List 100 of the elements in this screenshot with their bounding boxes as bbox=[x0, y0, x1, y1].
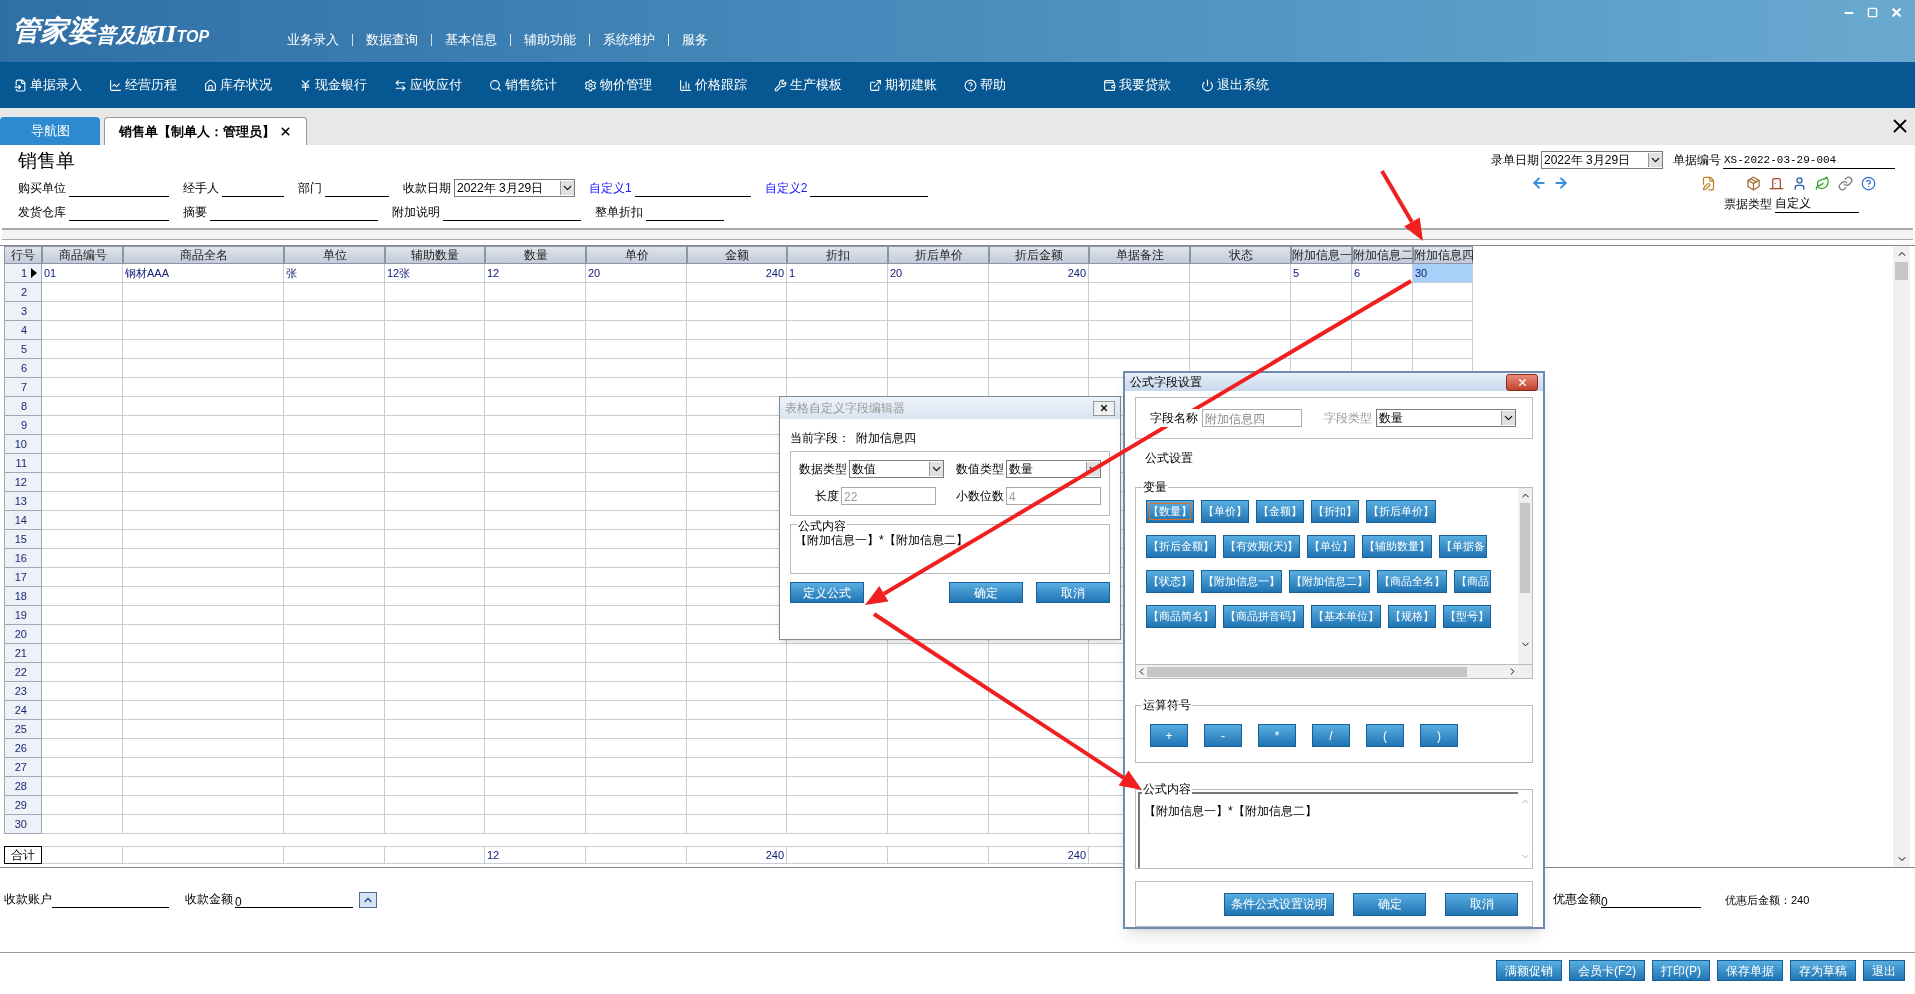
toolbar-button[interactable]: 应收应付 bbox=[394, 75, 462, 95]
toolbar-button[interactable]: 期初建账 bbox=[869, 75, 937, 95]
menu-item[interactable]: 基本信息 bbox=[445, 30, 497, 50]
variable-button[interactable]: 【商品简名】 bbox=[1146, 605, 1216, 628]
dialog-button[interactable]: 定义公式 bbox=[790, 582, 864, 603]
toolbar-button[interactable]: 帮助 bbox=[964, 75, 1006, 95]
input-field[interactable]: 0 bbox=[235, 893, 353, 908]
back-arrow-icon[interactable] bbox=[1531, 175, 1547, 191]
column-header[interactable]: 状态 bbox=[1190, 246, 1291, 264]
operator-button[interactable]: * bbox=[1258, 724, 1296, 747]
menu-item[interactable]: 业务录入 bbox=[287, 30, 339, 50]
variable-button[interactable]: 【规格】 bbox=[1388, 605, 1436, 628]
spin-button[interactable] bbox=[359, 892, 377, 908]
footer-button[interactable]: 退出 bbox=[1863, 960, 1905, 981]
menu-item[interactable]: 辅助功能 bbox=[524, 30, 576, 50]
operator-button[interactable]: / bbox=[1312, 724, 1350, 747]
dialog-button[interactable]: 取消 bbox=[1445, 892, 1518, 916]
help-icon[interactable] bbox=[1861, 175, 1876, 191]
close-button[interactable] bbox=[1506, 373, 1538, 391]
scroll-thumb[interactable] bbox=[1895, 262, 1908, 280]
menu-item[interactable]: 系统维护 bbox=[603, 30, 655, 50]
value-type-select[interactable]: 数量 bbox=[1006, 460, 1101, 478]
scroll-thumb[interactable] bbox=[1147, 666, 1467, 677]
column-header[interactable]: 单位 bbox=[284, 246, 385, 264]
variable-button[interactable]: 【单位】 bbox=[1307, 535, 1356, 558]
variable-button[interactable]: 【商品 bbox=[1454, 570, 1491, 593]
variable-button[interactable]: 【商品拼音码】 bbox=[1223, 605, 1304, 628]
footer-button[interactable]: 保存单据 bbox=[1717, 960, 1783, 981]
input-field[interactable]: 4 bbox=[1006, 487, 1101, 505]
variable-button[interactable]: 【折后单价】 bbox=[1366, 500, 1436, 523]
variable-button[interactable]: 【基本单位】 bbox=[1311, 605, 1381, 628]
variable-button[interactable]: 【单据备 bbox=[1439, 535, 1488, 558]
variable-button[interactable]: 【单价】 bbox=[1201, 500, 1249, 523]
operator-button[interactable]: - bbox=[1204, 724, 1242, 747]
maximize-icon[interactable] bbox=[1867, 7, 1878, 18]
toolbar-button[interactable]: 生产模板 bbox=[774, 75, 842, 95]
scrollbar[interactable] bbox=[1518, 488, 1532, 664]
operator-button[interactable]: ) bbox=[1420, 724, 1458, 747]
close-tab-icon[interactable] bbox=[279, 125, 292, 138]
person-icon[interactable] bbox=[1792, 175, 1807, 191]
footer-button[interactable]: 会员卡(F2) bbox=[1569, 960, 1645, 981]
close-button[interactable] bbox=[1093, 400, 1115, 416]
toolbar-button[interactable]: 经营历程 bbox=[109, 75, 177, 95]
variable-button[interactable]: 【有效期(天)】 bbox=[1223, 535, 1301, 558]
column-header[interactable]: 行号 bbox=[4, 246, 42, 264]
column-header[interactable]: 折扣 bbox=[787, 246, 888, 264]
scrollbar[interactable] bbox=[1135, 665, 1533, 679]
column-header[interactable]: 辅助数量 bbox=[385, 246, 485, 264]
variable-button[interactable]: 【数量】 bbox=[1146, 500, 1194, 523]
variable-button[interactable]: 【折后金额】 bbox=[1146, 535, 1216, 558]
date-picker[interactable]: 2022年 3月29日 bbox=[454, 179, 575, 197]
column-header[interactable]: 附加信息四 bbox=[1413, 246, 1473, 264]
toolbar-button[interactable]: 价格跟踪 bbox=[679, 75, 747, 95]
menu-item[interactable]: 数据查询 bbox=[366, 30, 418, 50]
input-field[interactable]: 附加信息四 bbox=[1202, 409, 1302, 427]
variable-button[interactable]: 【附加信息一】 bbox=[1201, 570, 1282, 593]
toolbar-button[interactable]: 库存状况 bbox=[204, 75, 272, 95]
door-icon[interactable] bbox=[1769, 175, 1784, 191]
toolbar-button[interactable]: 销售统计 bbox=[489, 75, 557, 95]
variable-button[interactable]: 【型号】 bbox=[1443, 605, 1491, 628]
column-header[interactable]: 折后单价 bbox=[888, 246, 989, 264]
column-header[interactable]: 商品编号 bbox=[42, 246, 123, 264]
column-header[interactable]: 附加信息一 bbox=[1291, 246, 1352, 264]
input-field[interactable]: 0 bbox=[1601, 893, 1701, 908]
tab[interactable]: 导航图 bbox=[0, 117, 100, 145]
forward-arrow-icon[interactable] bbox=[1553, 175, 1569, 191]
leaf-icon[interactable] bbox=[1815, 175, 1830, 191]
note-icon[interactable] bbox=[1701, 175, 1716, 191]
variable-button[interactable]: 【状态】 bbox=[1146, 570, 1194, 593]
scrollbar[interactable] bbox=[1893, 246, 1910, 867]
column-header[interactable]: 折后金额 bbox=[989, 246, 1089, 264]
menu-item[interactable]: 服务 bbox=[682, 30, 708, 50]
operator-button[interactable]: ( bbox=[1366, 724, 1404, 747]
column-header[interactable]: 附加信息二 bbox=[1352, 246, 1413, 264]
column-header[interactable]: 商品全名 bbox=[123, 246, 284, 264]
dialog-button[interactable]: 确定 bbox=[1353, 892, 1426, 916]
operator-button[interactable]: + bbox=[1150, 724, 1188, 747]
toolbar-button[interactable]: 物价管理 bbox=[584, 75, 652, 95]
column-header[interactable]: 单价 bbox=[586, 246, 687, 264]
toolbar-button[interactable]: 单据录入 bbox=[14, 75, 82, 95]
dialog-button[interactable]: 确定 bbox=[949, 582, 1023, 603]
toolbar-button[interactable]: 我要贷款 bbox=[1103, 75, 1171, 95]
footer-button[interactable]: 满额促销 bbox=[1496, 960, 1562, 981]
column-header[interactable]: 金额 bbox=[687, 246, 787, 264]
data-type-select[interactable]: 数值 bbox=[849, 460, 944, 478]
input-field[interactable]: 22 bbox=[841, 487, 936, 505]
variable-button[interactable]: 【商品全名】 bbox=[1377, 570, 1447, 593]
field-type-select[interactable]: 数量 bbox=[1376, 409, 1516, 427]
dialog-button[interactable]: 取消 bbox=[1036, 582, 1110, 603]
toolbar-button[interactable]: 退出系统 bbox=[1201, 75, 1269, 95]
dialog-button[interactable]: 条件公式设置说明 bbox=[1224, 892, 1334, 916]
footer-button[interactable]: 打印(P) bbox=[1652, 960, 1710, 981]
input-field[interactable]: XS-2022-03-29-004 bbox=[1723, 151, 1895, 169]
variable-button[interactable]: 【辅助数量】 bbox=[1362, 535, 1433, 558]
footer-button[interactable]: 存为草稿 bbox=[1790, 960, 1856, 981]
scroll-thumb[interactable] bbox=[1520, 503, 1530, 593]
variable-button[interactable]: 【折扣】 bbox=[1311, 500, 1359, 523]
date-picker[interactable]: 2022年 3月29日 bbox=[1541, 151, 1663, 169]
variable-button[interactable]: 【附加信息二】 bbox=[1289, 570, 1370, 593]
input-field[interactable]: 自定义 bbox=[1775, 194, 1859, 213]
